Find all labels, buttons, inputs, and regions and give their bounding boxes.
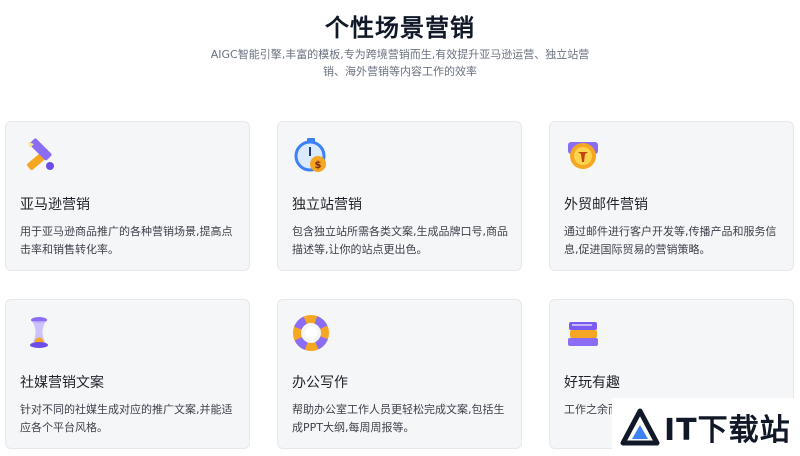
card-standalone-site-marketing[interactable]: $ 独立站营销 包含独立站所需各类文案,生成品牌口号,商品描述等,让你的站点更出…	[277, 121, 522, 271]
card-description: 帮助办公室工作人员更轻松完成文案,包括生成PPT大纲,每周周报等。	[292, 403, 505, 434]
watermark-text: IT下载站	[664, 413, 791, 448]
card-description: 用于亚马逊商品推广的各种营销场景,提高点击率和销售转化率。	[20, 225, 233, 256]
card-title: 外贸邮件营销	[564, 197, 648, 213]
svg-text:$: $	[315, 160, 322, 171]
card-description: 包含独立站所需各类文案,生成品牌口号,商品描述等,让你的站点更出色。	[292, 225, 508, 256]
card-amazon-marketing[interactable]: 亚马逊营销 用于亚马逊商品推广的各种营销场景,提高点击率和销售转化率。	[5, 121, 250, 271]
card-title: 社媒营销文案	[20, 375, 104, 391]
page-title: 个性场景营销	[325, 14, 475, 42]
card-title: 亚马逊营销	[20, 197, 90, 213]
card-description: 通过邮件进行客户开发等,传播产品和服务信息,促进国际贸易的营销策略。	[564, 225, 777, 256]
stopwatch-coin-icon: $	[294, 138, 326, 172]
mail-badge-icon	[568, 142, 598, 169]
books-stack-icon	[568, 322, 598, 346]
pencil-ruler-icon	[27, 138, 54, 170]
triangle-logo-icon	[620, 408, 660, 446]
hourglass-icon	[30, 317, 48, 348]
page-subtitle: AIGC智能引擎,丰富的模板,专为跨境营销而生,有效提升亚马逊运营、独立站营销、…	[210, 48, 590, 78]
card-description: 针对不同的社媒生成对应的推广文案,并能适应各个平台风格。	[20, 403, 233, 434]
card-social-media-copy[interactable]: 社媒营销文案 针对不同的社媒生成对应的推广文案,并能适应各个平台风格。	[5, 299, 250, 449]
card-title: 办公写作	[292, 375, 348, 391]
lifebuoy-icon	[293, 315, 329, 351]
card-foreign-trade-email[interactable]: 外贸邮件营销 通过邮件进行客户开发等,传播产品和服务信息,促进国际贸易的营销策略…	[549, 121, 794, 271]
card-office-writing[interactable]: 办公写作 帮助办公室工作人员更轻松完成文案,包括生成PPT大纲,每周周报等。	[277, 299, 522, 449]
watermark: IT下载站	[612, 398, 800, 456]
card-title: 独立站营销	[292, 197, 362, 213]
card-title: 好玩有趣	[564, 375, 620, 391]
